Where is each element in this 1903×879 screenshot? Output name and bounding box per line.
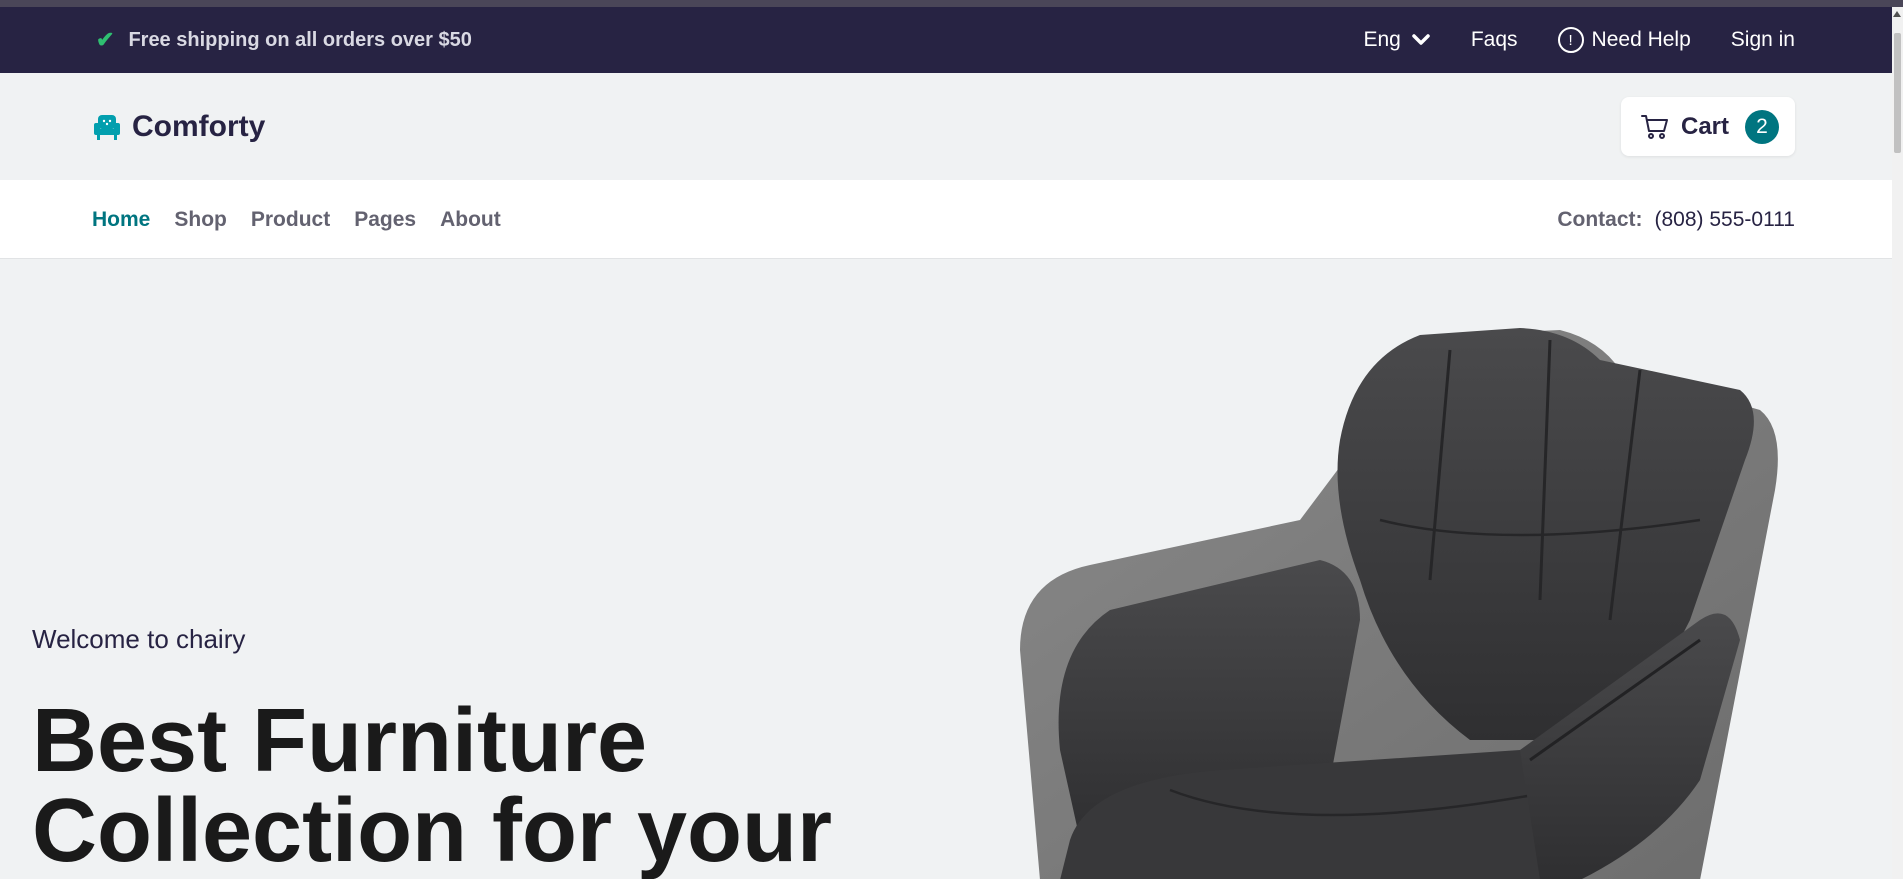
top-bar-links: Eng Faqs ! Need Help Sign in <box>1363 7 1795 73</box>
language-label: Eng <box>1363 28 1401 51</box>
cart-icon <box>1641 114 1668 139</box>
need-help-link[interactable]: ! Need Help <box>1557 27 1691 53</box>
nav-links: Home Shop Product Pages About <box>92 180 501 259</box>
scroll-up-icon[interactable] <box>1893 11 1901 17</box>
check-icon: ✔ <box>96 27 115 52</box>
shipping-notice: ✔ Free shipping on all orders over $50 <box>96 7 472 73</box>
top-bar: ✔ Free shipping on all orders over $50 E… <box>0 7 1892 73</box>
contact-label: Contact: <box>1557 207 1643 231</box>
main-nav: Home Shop Product Pages About Contact: (… <box>0 180 1892 259</box>
hero-welcome: Welcome to chairy <box>32 624 246 654</box>
brand-header: Comforty Cart 2 <box>0 73 1892 180</box>
scrollbar-thumb[interactable] <box>1894 33 1901 153</box>
cart-button[interactable]: Cart 2 <box>1621 97 1795 156</box>
brand-name: Comforty <box>132 109 266 143</box>
page-scrollbar[interactable] <box>1892 7 1903 879</box>
hero-title-line-2: Collection for your <box>32 781 833 879</box>
nav-home[interactable]: Home <box>92 208 150 232</box>
nav-shop[interactable]: Shop <box>174 208 227 232</box>
page: ✔ Free shipping on all orders over $50 E… <box>0 0 1903 879</box>
hero-title-line-1: Best Furniture <box>32 691 648 791</box>
sign-in-link[interactable]: Sign in <box>1731 28 1795 52</box>
contact-phone[interactable]: (808) 555-0111 <box>1655 208 1796 232</box>
nav-product[interactable]: Product <box>251 208 330 232</box>
cart-count-badge: 2 <box>1745 109 1780 144</box>
hero-title: Best Furniture Collection for your <box>32 696 932 876</box>
armchair-logo-icon <box>94 114 120 140</box>
contact-info: Contact: (808) 555-0111 <box>1557 180 1795 259</box>
nav-pages[interactable]: Pages <box>354 208 416 232</box>
shipping-text: Free shipping on all orders over $50 <box>128 28 472 51</box>
browser-top-edge <box>0 0 1903 7</box>
nav-about[interactable]: About <box>440 208 501 232</box>
need-help-label: Need Help <box>1591 28 1691 51</box>
faqs-link[interactable]: Faqs <box>1471 28 1518 52</box>
logo[interactable]: Comforty <box>92 73 265 180</box>
hero-chair-image <box>1020 328 1778 879</box>
chevron-down-icon <box>1412 34 1430 45</box>
info-circle-icon: ! <box>1557 27 1584 53</box>
language-selector[interactable]: Eng <box>1363 28 1430 52</box>
cart-label: Cart <box>1681 112 1730 140</box>
